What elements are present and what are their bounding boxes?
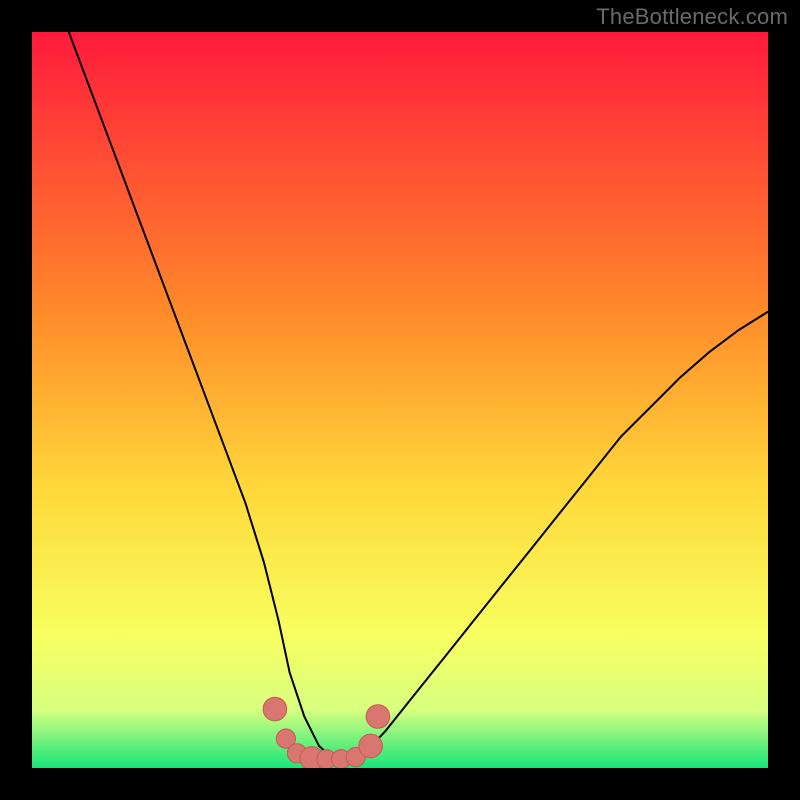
valley-marker [263, 697, 287, 721]
chart-container: TheBottleneck.com [0, 0, 800, 800]
watermark-text: TheBottleneck.com [596, 4, 788, 30]
valley-marker [366, 705, 390, 729]
valley-marker [359, 734, 383, 758]
bottleneck-chart [0, 0, 800, 800]
